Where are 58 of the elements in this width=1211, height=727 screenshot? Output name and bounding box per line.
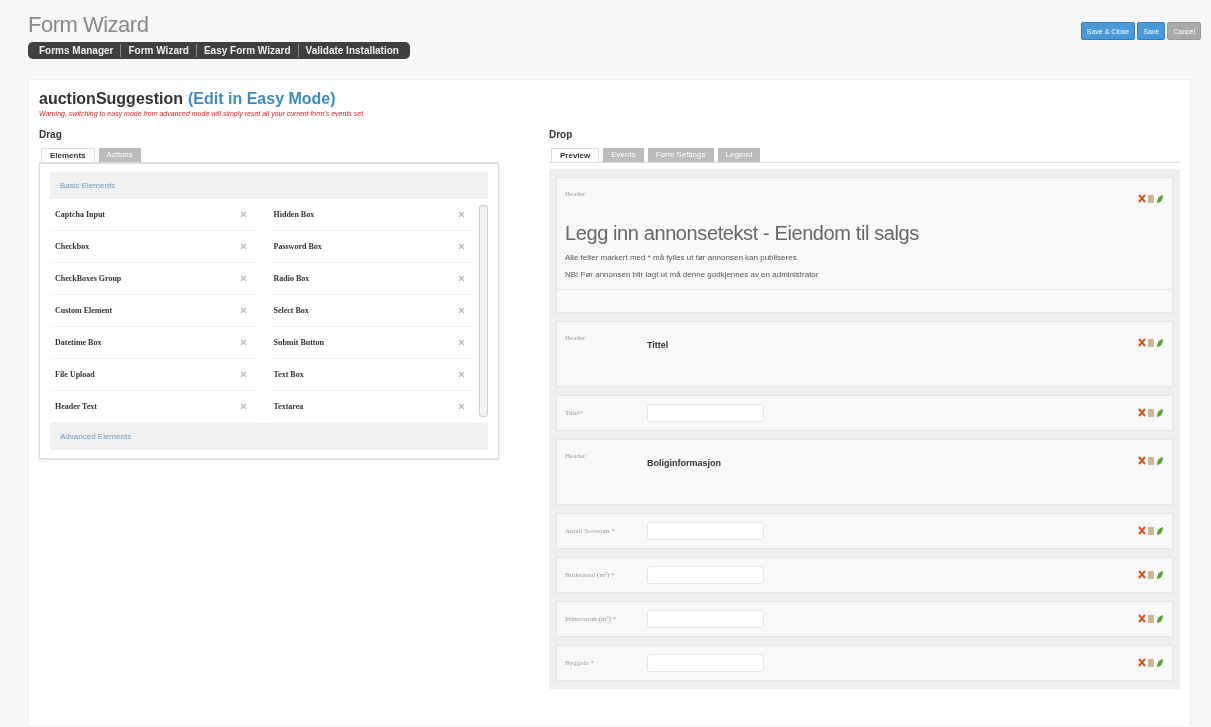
form-note: NB! Før annonsen blir lagt ut må denne godkjennes av en administrator <box>565 270 820 279</box>
input-field[interactable] <box>647 522 764 540</box>
element-label: Submit Button <box>273 338 324 347</box>
row-actions-icon[interactable] <box>1138 407 1164 418</box>
element-label: Datetime Box <box>55 338 102 347</box>
close-icon[interactable] <box>239 243 247 250</box>
close-icon[interactable] <box>239 371 247 378</box>
close-icon[interactable] <box>239 403 247 410</box>
tab[interactable]: Elements <box>41 148 95 162</box>
close-icon[interactable] <box>458 307 465 314</box>
row-actions-icon[interactable] <box>1138 455 1164 466</box>
close-icon[interactable] <box>458 371 465 378</box>
close-icon[interactable] <box>239 211 247 218</box>
element-label: Captcha Input <box>55 210 105 219</box>
form-name: auctionSuggestion <box>39 90 183 107</box>
element-label: Select Box <box>273 306 309 315</box>
header-text: Tittel <box>647 340 669 350</box>
element-label: File Upload <box>55 370 95 379</box>
row-actions-icon[interactable] <box>1138 193 1164 204</box>
tab[interactable]: Preview <box>551 148 600 162</box>
close-icon[interactable] <box>239 339 247 346</box>
close-icon[interactable] <box>239 307 247 314</box>
close-icon[interactable] <box>239 275 247 282</box>
element-label: Text Box <box>273 370 304 379</box>
nav-link[interactable]: Easy Form Wizard <box>196 44 299 57</box>
row-actions-icon[interactable] <box>1138 657 1164 668</box>
close-icon[interactable] <box>458 339 465 346</box>
close-icon[interactable] <box>458 403 465 410</box>
form-heading: Legg inn annonsetekst - Eiendom til salgs <box>565 222 920 245</box>
row-actions-icon[interactable] <box>1138 613 1164 624</box>
input-field[interactable] <box>647 610 764 628</box>
easy-mode-link[interactable]: (Edit in Easy Mode) <box>188 90 336 107</box>
page-title: Form Wizard <box>28 12 150 38</box>
element-label: Custom Element <box>55 306 113 315</box>
row-actions-icon[interactable] <box>1138 569 1164 580</box>
scrollbar[interactable] <box>479 205 488 417</box>
header-text: Boliginformasjon <box>647 458 721 468</box>
close-icon[interactable] <box>458 211 465 218</box>
input-field[interactable] <box>647 566 764 584</box>
element-label: Checkbox <box>55 242 90 251</box>
row-actions-icon[interactable] <box>1138 337 1164 348</box>
input-field[interactable] <box>647 654 764 672</box>
input-field[interactable] <box>647 404 764 422</box>
nav-link[interactable]: Forms Manager <box>32 44 122 57</box>
row-actions-icon[interactable] <box>1138 525 1164 536</box>
nav-link[interactable]: Validate Installation <box>298 44 406 57</box>
section-title: Drop <box>549 129 574 140</box>
element-label: Header Text <box>55 402 97 411</box>
element-label: CheckBoxes Group <box>55 274 122 283</box>
nav-link[interactable]: Form Wizard <box>121 44 197 57</box>
element-label: Hidden Box <box>273 210 315 219</box>
element-label: Textarea <box>273 402 304 411</box>
form-note: Alle felter markert med * må fylles ut før annonsen kan publiseres <box>565 253 798 262</box>
section-title: Drag <box>39 129 63 140</box>
close-icon[interactable] <box>458 243 465 250</box>
element-label: Password Box <box>273 242 322 251</box>
element-label: Radio Box <box>273 274 310 283</box>
close-icon[interactable] <box>458 275 465 282</box>
